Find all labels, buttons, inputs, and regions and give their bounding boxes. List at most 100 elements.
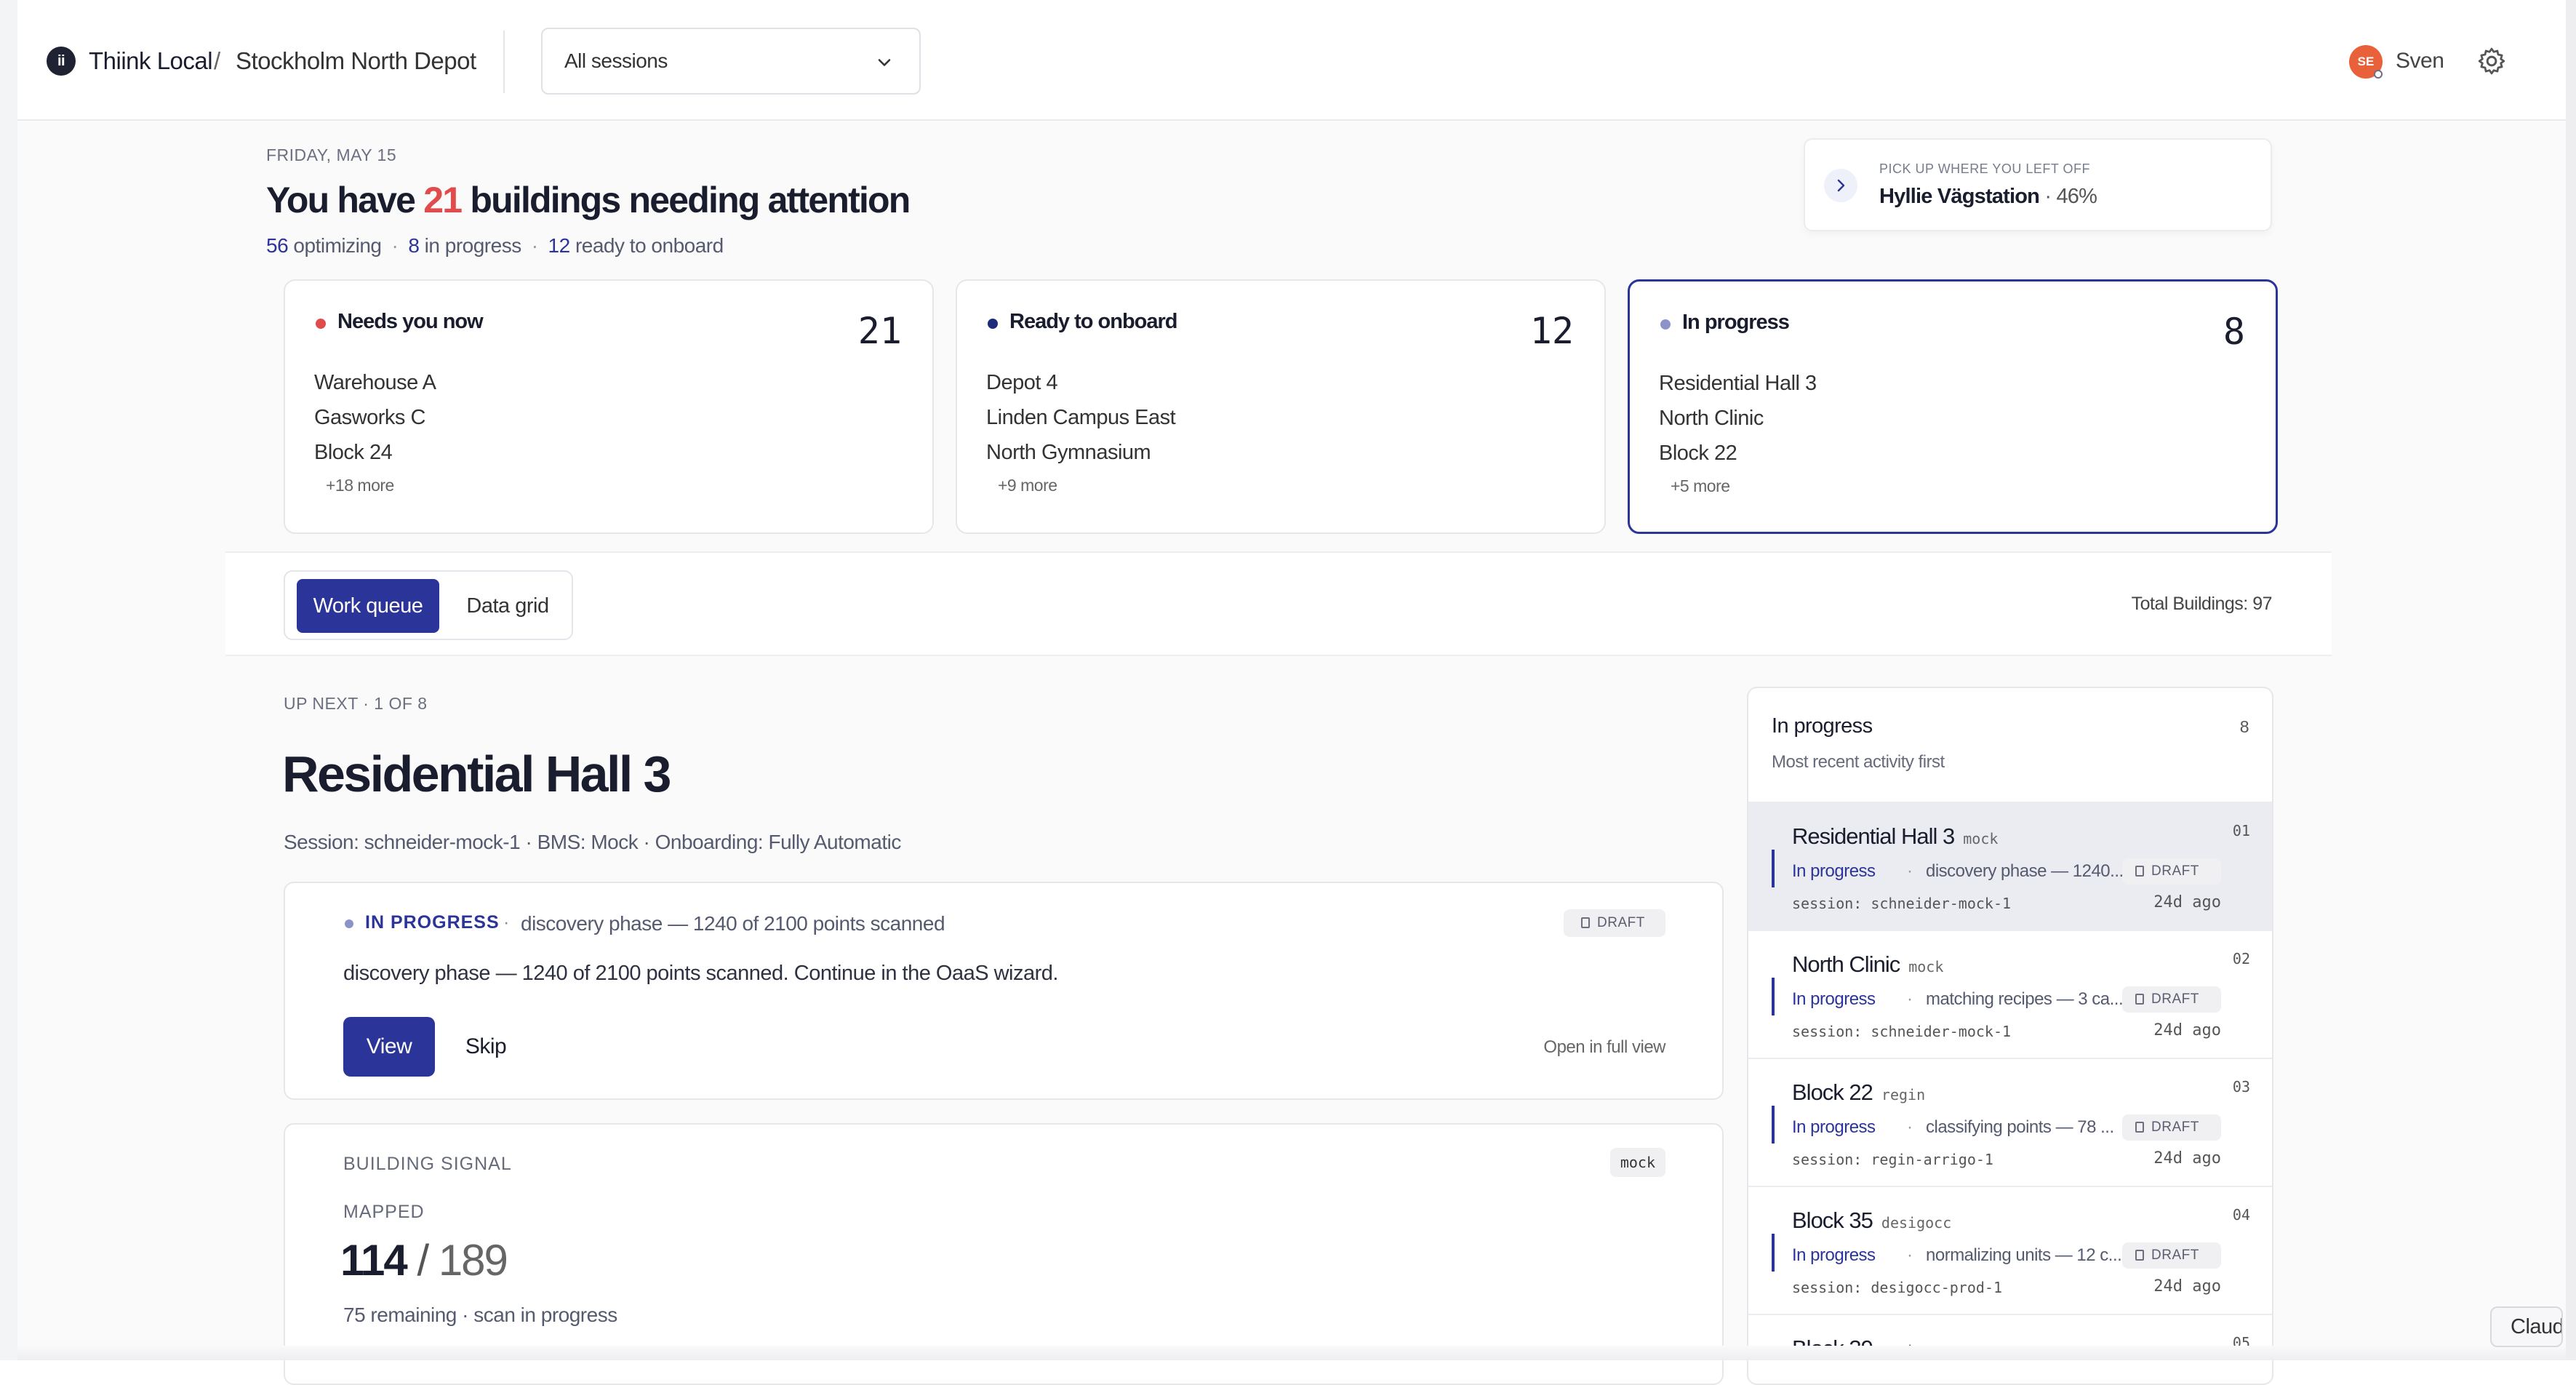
headline-suffix: buildings needing attention <box>461 180 911 220</box>
panel-subtitle: Most recent activity first <box>1772 752 1945 772</box>
skip-button[interactable]: Skip <box>449 1017 522 1077</box>
list-item-name: North Clinic mock <box>1792 951 1943 978</box>
brand-name[interactable]: Thiink Local <box>89 47 213 76</box>
gear-icon[interactable] <box>2476 45 2508 77</box>
status-dot <box>1660 319 1671 330</box>
list-item-time: 24d ago <box>2153 1021 2221 1039</box>
left-edge <box>0 0 17 1360</box>
card-item[interactable]: Linden Campus East <box>986 406 1176 430</box>
building-title: Residential Hall 3 <box>282 746 671 802</box>
list-item-name: Residential Hall 3 mock <box>1792 823 1998 850</box>
card-count: 12 <box>1529 310 1574 352</box>
document-icon <box>2135 1250 2144 1261</box>
card-item[interactable]: Residential Hall 3 <box>1659 372 1817 396</box>
bottom-shadow <box>17 1346 2566 1360</box>
open-full-view-link[interactable]: Open in full view <box>1543 1037 1665 1058</box>
status-separator: · <box>1907 989 1913 1009</box>
building-name: Block 35 <box>1792 1208 1873 1233</box>
stat-ready-num: 12 <box>548 234 571 257</box>
mapped-label: MAPPED <box>343 1202 425 1222</box>
status-separator: · <box>1907 1117 1913 1137</box>
list-item-status: In progress <box>1792 1117 1876 1137</box>
resume-building: Hyllie Vägstation <box>1879 185 2040 208</box>
panel-count: 8 <box>2239 717 2249 736</box>
bms-tag: mock <box>1963 830 1999 847</box>
up-next-label: UP NEXT · 1 OF 8 <box>284 694 428 713</box>
draft-badge: DRAFT <box>2122 1114 2221 1141</box>
in-progress-panel: In progress 8 Most recent activity first… <box>1747 687 2273 1385</box>
card-title: Needs you now <box>337 310 484 333</box>
card-more-link[interactable]: +5 more <box>1671 476 1730 496</box>
resume-title: Hyllie Vägstation · 46% <box>1879 185 2097 209</box>
resume-card[interactable]: PICK UP WHERE YOU LEFT OFF Hyllie Vägsta… <box>1804 138 2272 231</box>
card-item[interactable]: Block 24 <box>314 441 393 465</box>
card-in-progress[interactable]: In progress 8 Residential Hall 3 North C… <box>1628 279 2278 534</box>
list-item[interactable]: Residential Hall 3 mock 01 In progress · … <box>1748 802 2272 930</box>
resume-label: PICK UP WHERE YOU LEFT OFF <box>1879 161 2091 176</box>
signal-label: BUILDING SIGNAL <box>343 1154 512 1174</box>
bms-tag: desigocc <box>1881 1214 1952 1232</box>
right-scrollbar[interactable] <box>2566 0 2576 1360</box>
stat-optimizing-num: 56 <box>266 234 289 257</box>
accent-bar <box>1772 850 1775 887</box>
document-icon <box>1581 917 1590 928</box>
list-item-session: session: regin-arrigo-1 <box>1792 1151 1993 1168</box>
card-item[interactable]: Depot 4 <box>986 371 1058 395</box>
claude-tooltip[interactable]: Claude <box>2490 1306 2563 1347</box>
headline-prefix: You have <box>266 180 424 220</box>
draft-badge: DRAFT <box>2122 1242 2221 1269</box>
view-button[interactable]: View <box>343 1017 435 1077</box>
list-item-time: 24d ago <box>2153 893 2221 911</box>
list-item-status: In progress <box>1792 861 1876 881</box>
chevron-right-icon <box>1824 169 1857 202</box>
list-item-name: Block 35 desigocc <box>1792 1208 1951 1234</box>
draft-badge-label: DRAFT <box>1597 915 1645 930</box>
card-item[interactable]: Gasworks C <box>314 406 425 430</box>
phase-text: discovery phase — 1240 of 2100 points sc… <box>521 912 945 935</box>
progress-description: discovery phase — 1240 of 2100 points sc… <box>343 962 1058 985</box>
list-item[interactable]: North Clinic mock 02 In progress · matchi… <box>1748 930 2272 1058</box>
tab-work-queue[interactable]: Work queue <box>297 579 439 633</box>
list-item-session: session: schneider-mock-1 <box>1792 895 2012 912</box>
user-name[interactable]: Sven <box>2396 47 2444 76</box>
card-needs-you-now[interactable]: Needs you now 21 Warehouse A Gasworks C … <box>284 279 934 534</box>
building-name: Residential Hall 3 <box>1792 823 1955 849</box>
session-select[interactable]: All sessions <box>541 28 921 95</box>
card-more-link[interactable]: +18 more <box>326 476 394 495</box>
card-item[interactable]: North Clinic <box>1659 407 1764 431</box>
resume-percent: · 46% <box>2039 185 2097 208</box>
list-item-index: 02 <box>2232 950 2250 967</box>
draft-badge-label: DRAFT <box>2151 1119 2199 1135</box>
card-item[interactable]: North Gymnasium <box>986 441 1151 465</box>
card-title: Ready to onboard <box>1009 310 1178 333</box>
card-item[interactable]: Block 22 <box>1659 442 1737 466</box>
tab-data-grid[interactable]: Data grid <box>449 579 566 633</box>
list-item-status: In progress <box>1792 989 1876 1009</box>
mapped-count: 114 / 189 <box>340 1235 508 1285</box>
document-icon <box>2135 994 2144 1005</box>
breadcrumb-depot[interactable]: Stockholm North Depot <box>236 47 476 76</box>
card-count: 21 <box>857 310 902 352</box>
card-count: 8 <box>2223 311 2245 353</box>
date-label: FRIDAY, MAY 15 <box>266 145 397 164</box>
stat-optimizing-label: optimizing <box>288 234 382 257</box>
stats-line: 56 optimizing · 8 in progress · 12 ready to … <box>266 234 724 258</box>
draft-badge: DRAFT <box>2122 986 2221 1013</box>
status-separator: · <box>1907 1245 1913 1265</box>
header-divider <box>503 31 505 93</box>
bms-tag: mock <box>1609 1148 1665 1177</box>
mapped-total: 189 <box>438 1236 508 1285</box>
card-item[interactable]: Warehouse A <box>314 371 436 395</box>
list-item[interactable]: Block 22 regin 03 In progress · classifyi… <box>1748 1058 2272 1186</box>
card-more-link[interactable]: +9 more <box>998 476 1057 495</box>
logo-icon[interactable]: ii <box>47 47 76 76</box>
headline-count: 21 <box>423 180 463 220</box>
list-item[interactable]: Block 35 desigocc 04 In progress · normal… <box>1748 1186 2272 1314</box>
list-item-time: 24d ago <box>2153 1149 2221 1168</box>
draft-badge-label: DRAFT <box>2151 1248 2199 1263</box>
status-dot <box>316 319 326 329</box>
card-ready-to-onboard[interactable]: Ready to onboard 12 Depot 4 Linden Campu… <box>956 279 1606 534</box>
stats-separator: · <box>391 234 399 257</box>
avatar-status-dot <box>2374 70 2383 79</box>
accent-bar <box>1772 978 1775 1015</box>
